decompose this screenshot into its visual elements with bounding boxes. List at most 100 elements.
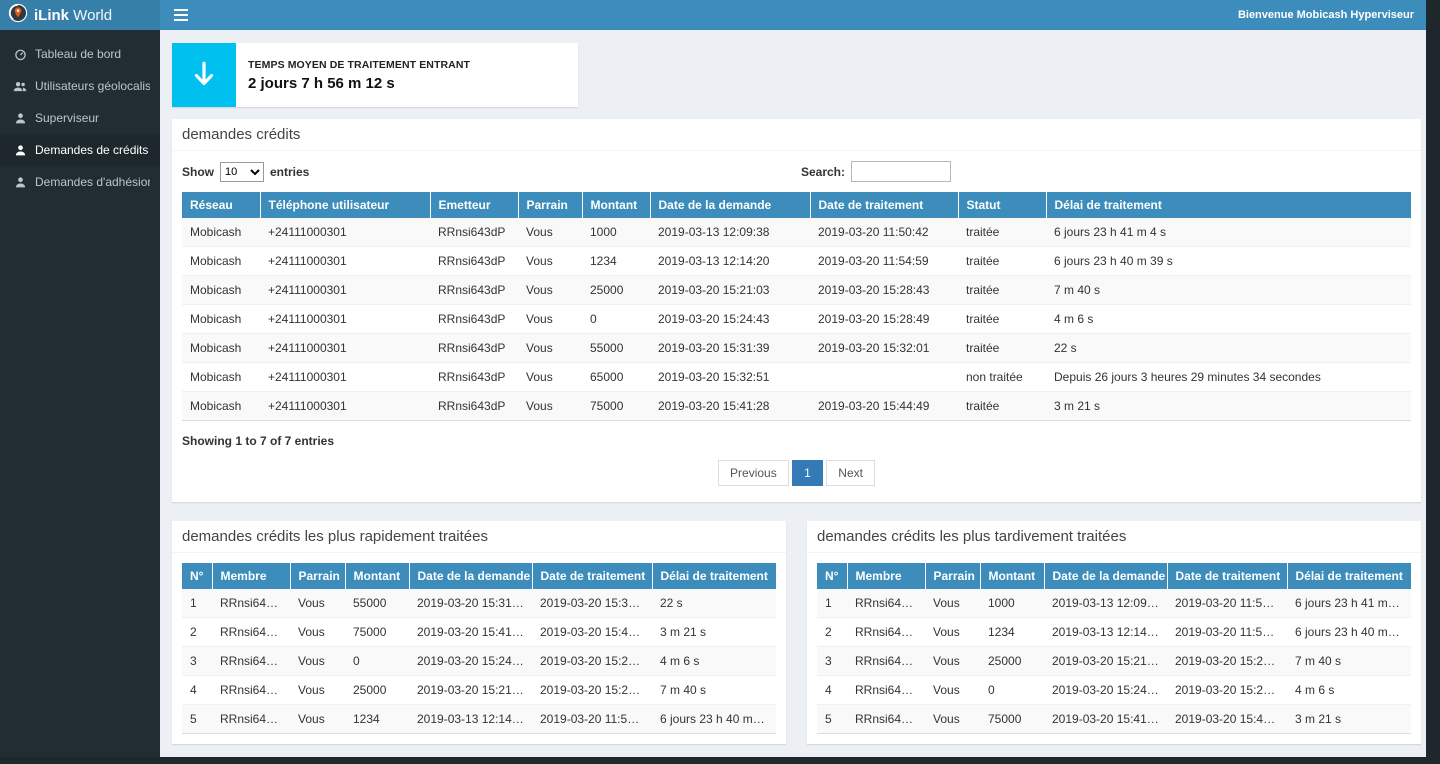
user-icon (13, 112, 27, 125)
table-cell: 7 m 40 s (1046, 276, 1411, 305)
column-header[interactable]: Délai de traitement (1287, 563, 1411, 589)
table-row: 5RRnsi643dPVous12342019-03-13 12:14:2020… (182, 705, 776, 734)
table-cell: 2 (182, 618, 212, 647)
table-cell: Mobicash (182, 305, 260, 334)
column-header[interactable]: Délai de traitement (652, 563, 776, 589)
column-header[interactable]: Réseau (182, 192, 260, 218)
table-header-row: N°MembreParrainMontantDate de la demande… (182, 563, 776, 589)
table-cell: 2019-03-20 15:24:43 (409, 647, 532, 676)
table-cell: 0 (582, 305, 650, 334)
table-cell: RRnsi643dP (847, 705, 925, 734)
column-header[interactable]: Date de la demande (650, 192, 810, 218)
table-cell: 6 jours 23 h 40 m 39 s (1046, 247, 1411, 276)
table-cell: Vous (290, 589, 345, 618)
sidebar-item-label: Demandes de crédits (35, 143, 148, 157)
pagination-page-1-button[interactable]: 1 (792, 460, 823, 486)
sidebar: Tableau de bord Utilisateurs géolocalisés… (0, 30, 160, 757)
table-cell: 2019-03-13 12:14:20 (1044, 618, 1167, 647)
sidebar-toggle-button[interactable] (160, 0, 202, 30)
table-cell: 2019-03-20 15:21:03 (409, 676, 532, 705)
table-cell: 1234 (345, 705, 409, 734)
table-cell: 1000 (582, 218, 650, 247)
table-cell: 1000 (980, 589, 1044, 618)
column-header[interactable]: N° (182, 563, 212, 589)
pagination-previous-button[interactable]: Previous (718, 460, 789, 486)
column-header[interactable]: Membre (847, 563, 925, 589)
column-header[interactable]: Membre (212, 563, 290, 589)
table-row: 2RRnsi643dPVous12342019-03-13 12:14:2020… (817, 618, 1411, 647)
column-header[interactable]: Emetteur (430, 192, 518, 218)
column-header[interactable]: Délai de traitement (1046, 192, 1411, 218)
column-header[interactable]: Statut (958, 192, 1046, 218)
column-header[interactable]: N° (817, 563, 847, 589)
sidebar-item-utilisateurs-geolocalises[interactable]: Utilisateurs géolocalisés (0, 70, 160, 102)
sidebar-item-demandes-adhesion[interactable]: Demandes d'adhésion (0, 166, 160, 198)
table-cell: +24111000301 (260, 392, 430, 421)
table-cell: 2019-03-13 12:14:20 (409, 705, 532, 734)
table-cell: 2019-03-20 15:24:43 (1044, 676, 1167, 705)
table-cell: 2019-03-20 15:44:49 (1167, 705, 1287, 734)
column-header[interactable]: Téléphone utilisateur (260, 192, 430, 218)
table-cell: 25000 (345, 676, 409, 705)
table-cell: 7 m 40 s (652, 676, 776, 705)
sidebar-item-tableau-de-bord[interactable]: Tableau de bord (0, 38, 160, 70)
table-cell: RRnsi643dP (212, 676, 290, 705)
table-row: Mobicash+24111000301RRnsi643dPVous650002… (182, 363, 1411, 392)
table-cell: 2019-03-20 15:44:49 (810, 392, 958, 421)
table-cell: 2019-03-13 12:14:20 (650, 247, 810, 276)
column-header[interactable]: Date de traitement (532, 563, 652, 589)
column-header[interactable]: Date de traitement (810, 192, 958, 218)
sidebar-item-label: Tableau de bord (35, 47, 121, 61)
table-cell: Vous (518, 276, 582, 305)
column-header[interactable]: Date de traitement (1167, 563, 1287, 589)
table-cell: 75000 (582, 392, 650, 421)
table-cell: RRnsi643dP (430, 218, 518, 247)
table-cell: 2019-03-20 15:28:43 (1167, 647, 1287, 676)
slowest-panel-title: demandes crédits les plus tardivement tr… (807, 521, 1421, 553)
table-cell: RRnsi643dP (847, 618, 925, 647)
table-cell: 2019-03-20 15:28:49 (810, 305, 958, 334)
column-header[interactable]: Date de la demande (1044, 563, 1167, 589)
sidebar-item-demandes-de-credits[interactable]: Demandes de crédits (0, 134, 160, 166)
column-header[interactable]: Montant (345, 563, 409, 589)
pagination-next-button[interactable]: Next (826, 460, 875, 486)
table-cell: 6 jours 23 h 40 m 39 s (1287, 618, 1411, 647)
table-cell: 5 (182, 705, 212, 734)
table-cell: 2 (817, 618, 847, 647)
table-cell: 0 (345, 647, 409, 676)
table-cell: Vous (925, 589, 980, 618)
column-header[interactable]: Date de la demande (409, 563, 532, 589)
table-row: Mobicash+24111000301RRnsi643dPVous123420… (182, 247, 1411, 276)
slowest-credits-table: N°MembreParrainMontantDate de la demande… (817, 563, 1411, 734)
table-cell: 22 s (652, 589, 776, 618)
welcome-text: Bienvenue Mobicash Hyperviseur (1238, 9, 1426, 21)
column-header[interactable]: Montant (582, 192, 650, 218)
table-cell: Vous (925, 647, 980, 676)
table-cell: 2019-03-20 15:28:49 (532, 647, 652, 676)
slowest-credits-panel: demandes crédits les plus tardivement tr… (807, 521, 1421, 744)
table-cell: 6 jours 23 h 40 m 39 s (652, 705, 776, 734)
table-cell: Mobicash (182, 392, 260, 421)
table-cell: 4 m 6 s (1046, 305, 1411, 334)
table-row: Mobicash+24111000301RRnsi643dPVous550002… (182, 334, 1411, 363)
column-header[interactable]: Parrain (290, 563, 345, 589)
table-row: Mobicash+24111000301RRnsi643dPVous02019-… (182, 305, 1411, 334)
search-input[interactable] (851, 161, 951, 182)
table-cell: RRnsi643dP (847, 676, 925, 705)
column-header[interactable]: Montant (980, 563, 1044, 589)
table-cell: 5 (817, 705, 847, 734)
page-size-select[interactable]: 10 (220, 162, 264, 182)
table-cell: +24111000301 (260, 276, 430, 305)
column-header[interactable]: Parrain (518, 192, 582, 218)
brand[interactable]: iLink World (0, 0, 160, 30)
table-row: 5RRnsi643dPVous750002019-03-20 15:41:282… (817, 705, 1411, 734)
table-cell: 2019-03-20 15:41:28 (1044, 705, 1167, 734)
table-cell: 2019-03-20 15:21:03 (650, 276, 810, 305)
column-header[interactable]: Parrain (925, 563, 980, 589)
table-cell: 2019-03-20 11:50:42 (1167, 589, 1287, 618)
table-cell: RRnsi643dP (847, 647, 925, 676)
user-icon (13, 176, 27, 189)
table-cell: Vous (290, 705, 345, 734)
sidebar-item-superviseur[interactable]: Superviseur (0, 102, 160, 134)
table-cell: 65000 (582, 363, 650, 392)
